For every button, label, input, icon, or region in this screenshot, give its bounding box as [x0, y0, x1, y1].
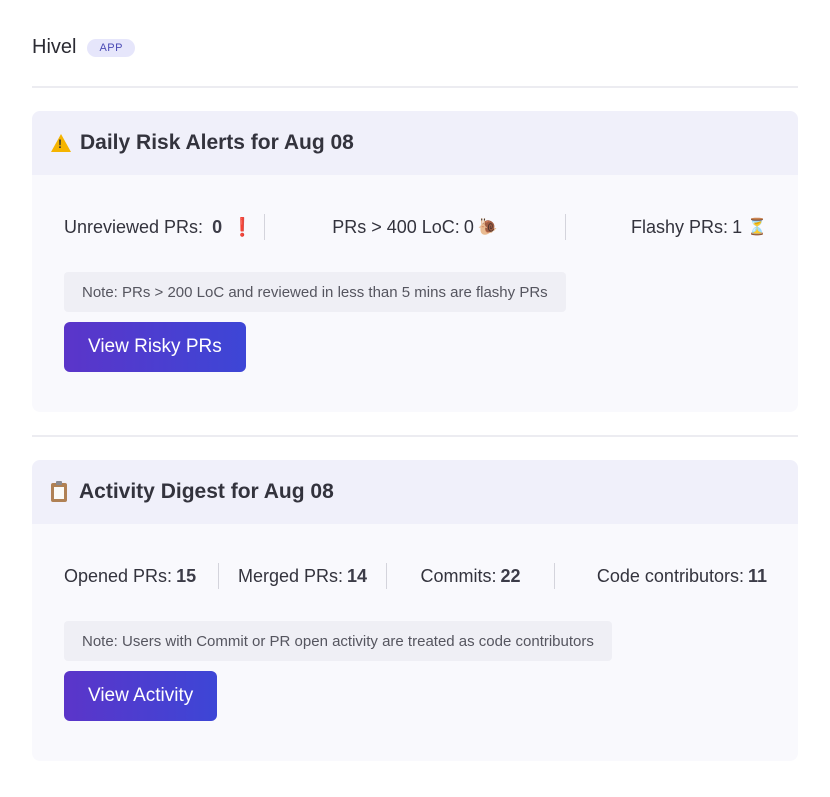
- stat-value: 22: [500, 565, 521, 586]
- risk-stats-row: Unreviewed PRs: 0 ❗ PRs > 400 LoC: 0 🐌 F…: [64, 214, 767, 240]
- stat-value: 1: [732, 216, 743, 237]
- stat-label: Merged PRs:: [237, 565, 343, 586]
- stat-label: Code contributors:: [596, 565, 744, 586]
- activity-digest-card: Activity Digest for Aug 08 Opened PRs: 1…: [32, 460, 798, 761]
- stat-merged-prs: Merged PRs: 14: [219, 566, 386, 587]
- view-risky-prs-button[interactable]: View Risky PRs: [64, 322, 246, 372]
- divider: [32, 435, 798, 437]
- stat-flashy-prs: Flashy PRs: 1 ⏳: [566, 217, 767, 238]
- app-badge: APP: [87, 38, 135, 57]
- stat-large-prs: PRs > 400 LoC: 0 🐌: [265, 217, 565, 238]
- activity-note: Note: Users with Commit or PR open activ…: [64, 621, 612, 661]
- app-name: Hivel: [32, 36, 77, 58]
- activity-digest-title: Activity Digest for Aug 08: [79, 480, 334, 503]
- risk-alerts-card: Daily Risk Alerts for Aug 08 Unreviewed …: [32, 111, 798, 412]
- view-activity-button[interactable]: View Activity: [64, 671, 218, 721]
- snail-icon: 🐌: [477, 219, 498, 236]
- stat-label: Opened PRs:: [64, 565, 173, 586]
- stat-label: Unreviewed PRs:: [64, 216, 204, 237]
- stat-unreviewed-prs: Unreviewed PRs: 0 ❗: [64, 217, 264, 238]
- hourglass-icon: ⏳: [747, 219, 767, 236]
- stat-value: 14: [347, 565, 368, 586]
- divider: [32, 86, 798, 88]
- risk-alerts-title: Daily Risk Alerts for Aug 08: [80, 131, 354, 154]
- app-header: Hivel APP: [32, 36, 135, 59]
- stat-value: 15: [176, 565, 197, 586]
- exclamation-icon: ❗: [231, 216, 254, 237]
- stat-opened-prs: Opened PRs: 15: [64, 566, 218, 587]
- stat-value: 0: [212, 216, 223, 237]
- stat-label: Commits:: [420, 565, 497, 586]
- activity-digest-header: Activity Digest for Aug 08: [32, 460, 798, 524]
- risk-note: Note: PRs > 200 LoC and reviewed in less…: [64, 272, 566, 312]
- stat-value: 11: [747, 565, 767, 586]
- stat-commits: Commits: 22: [387, 566, 554, 587]
- warning-icon: [51, 134, 71, 152]
- stat-label: PRs > 400 LoC:: [332, 216, 460, 237]
- stat-label: Flashy PRs:: [631, 216, 729, 237]
- risk-alerts-header: Daily Risk Alerts for Aug 08: [32, 111, 798, 175]
- stat-code-contributors: Code contributors: 11: [555, 566, 767, 587]
- stat-value: 0: [463, 216, 474, 237]
- clipboard-icon: [51, 480, 67, 502]
- activity-stats-row: Opened PRs: 15 Merged PRs: 14 Commits: 2…: [64, 563, 767, 589]
